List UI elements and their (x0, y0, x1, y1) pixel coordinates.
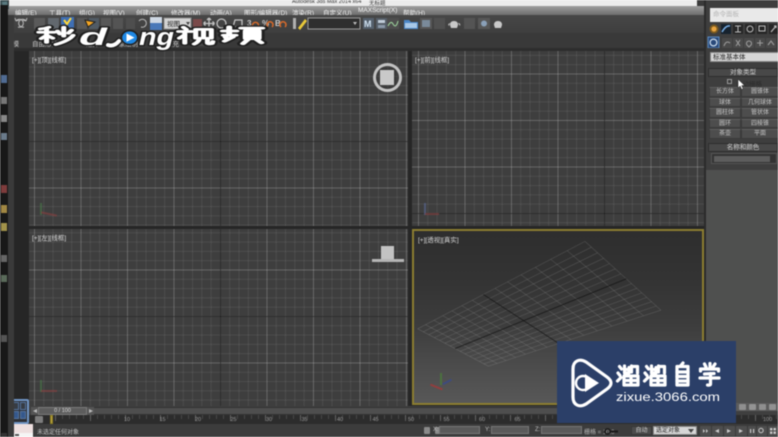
svg-text:ng: ng (139, 24, 174, 51)
svg-text:d: d (79, 24, 110, 51)
svg-text:M: M (364, 19, 372, 29)
svg-text:zixue.3066.com: zixue.3066.com (616, 392, 720, 404)
